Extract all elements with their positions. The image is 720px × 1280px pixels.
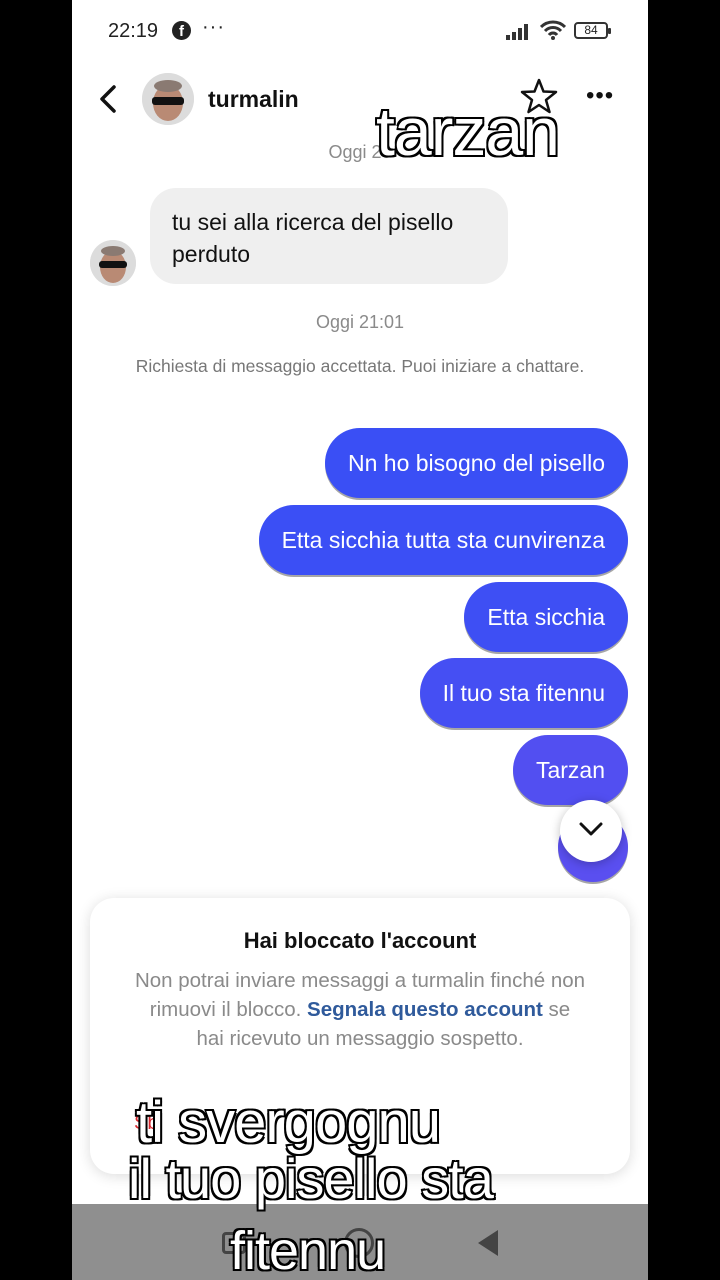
more-options-icon[interactable]: ••• [586,82,614,110]
caption-top: tarzan [375,93,562,172]
request-accepted-note: Richiesta di messaggio accettata. Puoi i… [135,356,585,376]
outgoing-message[interactable]: Tarzan [512,735,628,805]
status-more: ··· [202,16,225,38]
outgoing-message[interactable]: Il tuo sta fitennu [419,658,628,728]
timestamp-1: Oggi 20 [328,142,392,162]
signal-icon [506,24,528,40]
caption-bottom-2: il tuo pisello sta [127,1146,496,1212]
status-time: 22:19 [108,20,159,42]
facebook-icon: f [172,21,191,40]
back-icon[interactable] [478,1230,498,1256]
timestamp-2: Oggi 21:01 [315,312,405,332]
chevron-down-icon [579,822,603,836]
sender-avatar [90,240,136,286]
chat-header: turmalin ••• [72,64,648,136]
contact-name[interactable]: turmalin [208,86,299,113]
status-bar: 22:19 f ··· 84 [72,0,648,62]
outgoing-message[interactable]: Etta sicchia [464,582,628,652]
outgoing-message[interactable]: Nn ho bisogno del pisello [324,428,628,498]
blocked-description: Non potrai inviare messaggi a turmalin f… [134,966,586,1053]
wifi-icon [540,20,566,40]
scroll-to-bottom-button[interactable] [560,800,622,862]
blocked-title: Hai bloccato l'account [243,928,477,953]
back-arrow-icon[interactable] [94,84,124,114]
outgoing-message[interactable]: Etta sicchia tutta sta cunvirenza [258,505,628,575]
report-account-link[interactable]: Segnala questo account [307,998,543,1021]
incoming-message[interactable]: tu sei alla ricerca del pisello perduto [150,188,508,284]
contact-avatar[interactable] [142,73,194,125]
caption-bottom-3: fitennu [228,1220,387,1280]
battery-icon: 84 [574,22,611,39]
